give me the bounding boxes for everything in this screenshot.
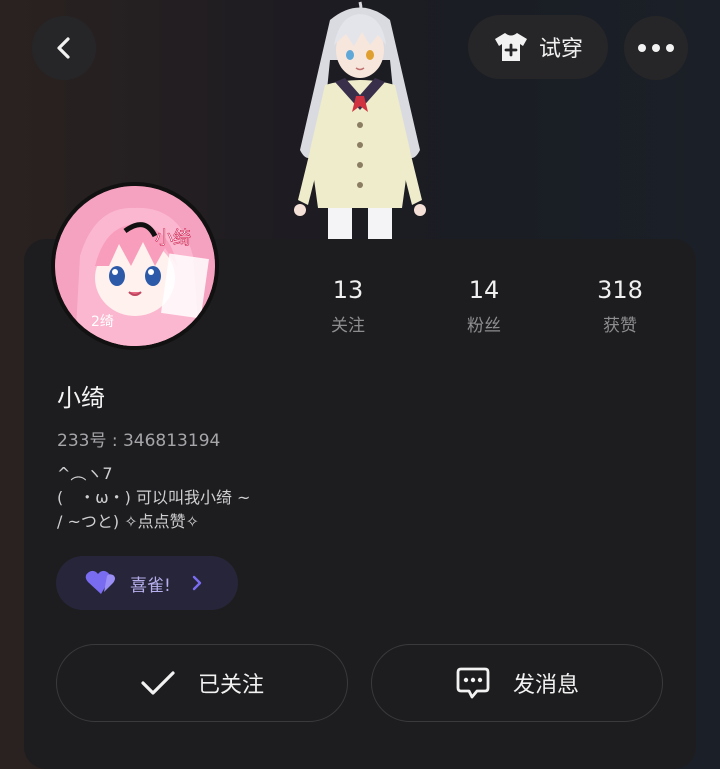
chevron-right-icon [192, 575, 202, 591]
avatar-scribble: 2绮 [91, 314, 114, 330]
try-on-button[interactable]: 试穿 [468, 15, 608, 79]
chevron-left-icon [57, 37, 70, 59]
tag-label: 喜雀! [130, 575, 171, 596]
more-dots-icon [638, 44, 674, 52]
try-on-label: 试穿 [538, 37, 583, 62]
username: 小绮 [57, 384, 105, 412]
likes-count: 318 [597, 276, 643, 304]
following-count: 13 [332, 276, 364, 304]
followers-label: 粉丝 [467, 316, 501, 336]
stat-following[interactable]: 13 关注 [288, 275, 408, 336]
following-label: 关注 [331, 316, 365, 336]
avatar-image: 小绮 2绮 [55, 186, 215, 346]
chat-bubble-icon [456, 667, 490, 699]
tshirt-icon [494, 33, 527, 61]
follow-label: 已关注 [197, 673, 264, 698]
back-button[interactable] [32, 16, 96, 80]
stat-followers[interactable]: 14 粉丝 [424, 275, 544, 336]
user-id: 233号 : 346813194 [57, 431, 221, 451]
hearts-icon [85, 570, 115, 594]
avatar-logo-text: 小绮 [155, 228, 191, 249]
message-label: 发消息 [512, 673, 579, 698]
follow-button[interactable]: 已关注 [56, 644, 348, 722]
check-icon [141, 671, 175, 695]
avatar-3d-figure[interactable] [270, 0, 450, 240]
followers-count: 14 [468, 276, 500, 304]
likes-label: 获赞 [603, 316, 637, 336]
message-button[interactable]: 发消息 [371, 644, 663, 722]
avatar[interactable]: 小绮 2绮 [55, 186, 215, 346]
tag-pill[interactable]: 喜雀! [56, 556, 238, 610]
stat-likes[interactable]: 318 获赞 [560, 275, 680, 336]
bio: ^︵ヽ7 ( ・ω・) 可以叫我小绮 ~ / ~つと) ✧点点赞✧ [57, 464, 251, 531]
more-button[interactable] [624, 16, 688, 80]
